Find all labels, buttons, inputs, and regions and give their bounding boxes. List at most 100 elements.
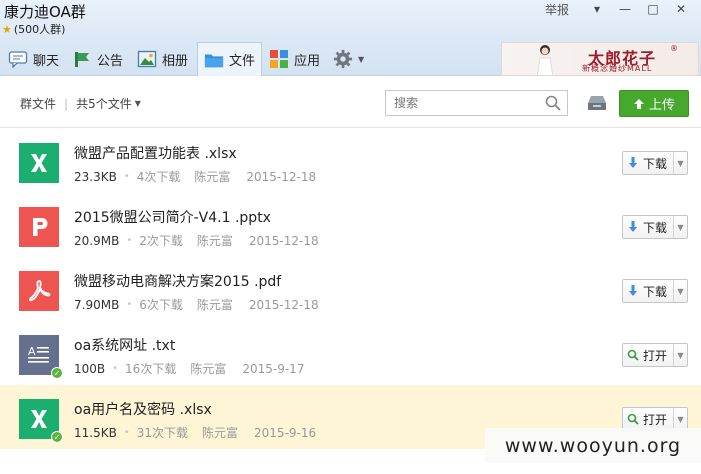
download-label: 下载 — [643, 156, 668, 171]
bride-figure-icon — [536, 45, 554, 75]
inbox-tray-icon[interactable] — [586, 93, 608, 113]
file-row[interactable]: 微盟产品配置功能表 .xlsx 23.3KB • 4次下载 陈元富 2015-1… — [0, 129, 701, 193]
tab-announcement-label: 公告 — [97, 53, 124, 69]
minimize-icon[interactable]: — — [611, 0, 639, 18]
tab-announcement[interactable]: 公告 — [66, 42, 129, 76]
download-arrow-icon — [623, 221, 643, 233]
file-name[interactable]: 微盟移动电商解决方案2015 .pdf — [74, 271, 281, 291]
magnifier-icon — [623, 413, 643, 425]
meta-dot: • — [112, 363, 119, 374]
uploader-name: 陈元富 — [196, 234, 233, 248]
star-icon: ★ — [2, 22, 12, 36]
file-meta: 7.90MB • 6次下载 陈元富 2015-12-18 — [74, 296, 319, 313]
menu-dropdown-icon[interactable]: ▾ — [583, 0, 611, 18]
download-button[interactable]: 下载 ▼ — [622, 151, 688, 175]
maximize-icon[interactable]: □ — [639, 0, 667, 18]
tab-apps[interactable]: 应用 — [263, 42, 326, 76]
file-row[interactable]: 微盟移动电商解决方案2015 .pdf 7.90MB • 6次下载 陈元富 20… — [0, 257, 701, 321]
upload-date: 2015-12-18 — [248, 233, 319, 248]
ad-banner[interactable]: 太郎花子 ® 新概念婚纱MALL — [501, 42, 699, 76]
file-size: 100B — [74, 361, 106, 376]
open-label: 打开 — [643, 412, 668, 427]
file-size: 20.9MB — [74, 233, 120, 248]
close-icon[interactable]: ✕ — [667, 0, 695, 18]
file-meta: 11.5KB • 31次下载 陈元富 2015-9-16 — [74, 424, 316, 441]
search-box[interactable] — [385, 90, 568, 116]
window-controls: 举报 ▾ — □ ✕ — [545, 0, 695, 18]
download-count: 16次下载 — [125, 362, 177, 376]
registered-mark: ® — [670, 44, 678, 53]
file-meta: 20.9MB • 2次下载 陈元富 2015-12-18 — [74, 232, 319, 249]
file-name[interactable]: 2015微盟公司简介-V4.1 .pptx — [74, 207, 271, 227]
chevron-down-icon[interactable]: ▼ — [673, 408, 687, 430]
download-button[interactable]: 下载 ▼ — [622, 215, 688, 239]
group-files-link[interactable]: 群文件 — [20, 95, 56, 112]
upload-date: 2015-9-16 — [254, 425, 317, 440]
file-size: 23.3KB — [74, 169, 117, 184]
apps-icon — [269, 50, 289, 68]
download-label: 下载 — [643, 220, 668, 235]
upload-label: 上传 — [648, 98, 675, 113]
chevron-down-icon[interactable]: ▼ — [673, 344, 687, 366]
files-toolbar: 群文件 | 共5个文件 ▼ 上传 — [0, 77, 701, 128]
chevron-down-icon[interactable]: ▼ — [673, 152, 687, 174]
upload-icon — [633, 98, 644, 109]
upload-date: 2015-12-18 — [248, 297, 319, 312]
file-row[interactable]: 2015微盟公司简介-V4.1 .pptx 20.9MB • 2次下载 陈元富 … — [0, 193, 701, 257]
chevron-down-icon[interactable]: ▼ — [673, 216, 687, 238]
title-bar: 康力迪OA群 ★ (500人群) 举报 ▾ — □ ✕ — [0, 0, 701, 40]
download-arrow-icon — [623, 157, 643, 169]
download-count: 31次下载 — [136, 426, 189, 440]
file-name[interactable]: oa用户名及密码 .xlsx — [74, 399, 212, 419]
open-button[interactable]: 打开 ▼ — [622, 343, 688, 367]
file-name[interactable]: oa系统网址 .txt — [74, 335, 175, 355]
upload-date: 2015-12-18 — [246, 169, 317, 184]
synced-check-icon: ✓ — [51, 367, 63, 379]
file-size: 7.90MB — [74, 297, 120, 312]
member-count: ★ (500人群) — [2, 21, 65, 37]
powerpoint-file-icon — [19, 207, 59, 247]
excel-file-icon — [19, 143, 59, 183]
download-label: 下载 — [643, 284, 668, 299]
file-row[interactable]: A ✓ oa系统网址 .txt 100B • 16次下载 陈元富 2015-9-… — [0, 321, 701, 385]
meta-dot: • — [126, 299, 133, 310]
caret-down-icon[interactable]: ▼ — [135, 99, 141, 108]
pdf-file-icon — [19, 271, 59, 311]
breadcrumb-separator: | — [64, 96, 69, 111]
report-link[interactable]: 举报 — [545, 1, 569, 18]
search-icon[interactable] — [544, 94, 562, 112]
download-button[interactable]: 下载 ▼ — [622, 279, 688, 303]
announcement-icon — [72, 50, 92, 68]
meta-dot: • — [123, 171, 130, 182]
download-count: 6次下载 — [139, 298, 183, 312]
tab-chat-label: 聊天 — [33, 53, 60, 69]
meta-dot: • — [123, 427, 130, 438]
svg-text:A: A — [28, 345, 36, 358]
file-meta: 100B • 16次下载 陈元富 2015-9-17 — [74, 360, 304, 377]
chat-icon — [8, 50, 28, 68]
breadcrumb: 群文件 | 共5个文件 ▼ — [20, 95, 141, 112]
magnifier-icon — [623, 349, 643, 361]
uploader-name: 陈元富 — [194, 170, 231, 184]
tab-apps-label: 应用 — [294, 53, 321, 69]
chevron-down-icon: ▼ — [358, 54, 365, 64]
banner-tagline: 新概念婚纱MALL — [582, 64, 653, 73]
upload-date: 2015-9-17 — [242, 361, 305, 376]
file-list: 微盟产品配置功能表 .xlsx 23.3KB • 4次下载 陈元富 2015-1… — [0, 129, 701, 474]
uploader-name: 陈元富 — [190, 362, 227, 376]
file-name[interactable]: 微盟产品配置功能表 .xlsx — [74, 143, 237, 163]
search-input[interactable] — [386, 91, 536, 115]
file-count-dropdown[interactable]: 共5个文件 — [76, 95, 132, 112]
group-title: 康力迪OA群 — [4, 3, 86, 21]
tab-files[interactable]: 文件 — [197, 42, 263, 76]
tab-album[interactable]: 相册 — [131, 42, 194, 76]
watermark: www.wooyun.org — [485, 428, 701, 463]
chevron-down-icon[interactable]: ▼ — [673, 280, 687, 302]
uploader-name: 陈元富 — [202, 426, 239, 440]
tab-bar: 聊天 公告 相册 文件 应用 ▼ 太郎花子 ® 新概念婚纱MALL — [0, 40, 701, 76]
tab-chat[interactable]: 聊天 — [2, 42, 65, 76]
tab-settings[interactable]: ▼ — [327, 42, 370, 76]
file-size: 11.5KB — [74, 425, 117, 440]
file-meta: 23.3KB • 4次下载 陈元富 2015-12-18 — [74, 168, 316, 185]
upload-button[interactable]: 上传 — [619, 90, 689, 117]
